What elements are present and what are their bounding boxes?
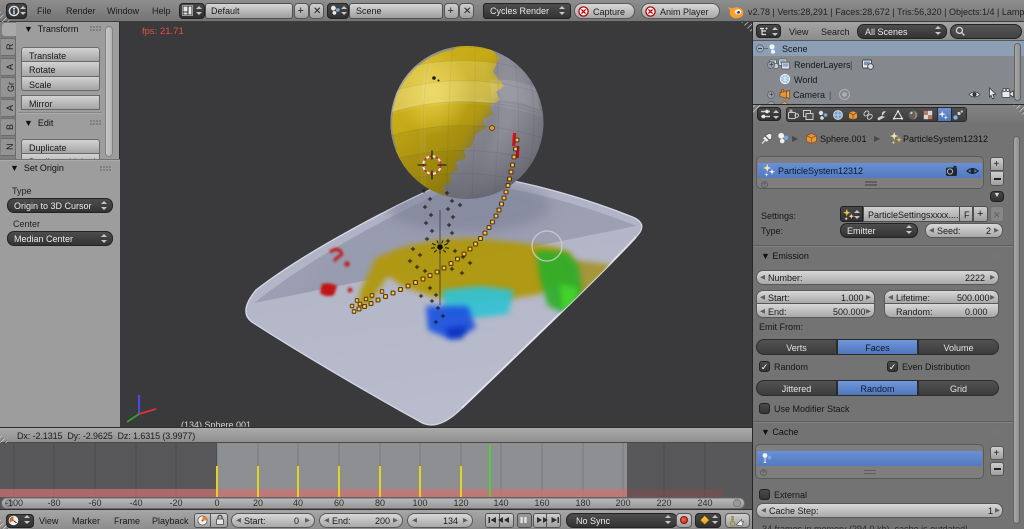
svg-text:80: 80	[375, 498, 385, 508]
svg-text:-60: -60	[88, 498, 101, 508]
svg-text:-40: -40	[129, 498, 142, 508]
svg-text:220: 220	[656, 498, 671, 508]
svg-text:40: 40	[293, 498, 303, 508]
svg-text:140: 140	[493, 498, 508, 508]
svg-text:160: 160	[534, 498, 549, 508]
svg-text:180: 180	[575, 498, 590, 508]
svg-text:200: 200	[615, 498, 630, 508]
svg-text:-100: -100	[5, 498, 23, 508]
svg-text:100: 100	[412, 498, 427, 508]
svg-text:120: 120	[453, 498, 468, 508]
svg-text:0: 0	[214, 498, 219, 508]
svg-text:20: 20	[253, 498, 263, 508]
svg-text:-20: -20	[169, 498, 182, 508]
svg-text:60: 60	[334, 498, 344, 508]
svg-text:240: 240	[697, 498, 712, 508]
svg-text:-80: -80	[47, 498, 60, 508]
